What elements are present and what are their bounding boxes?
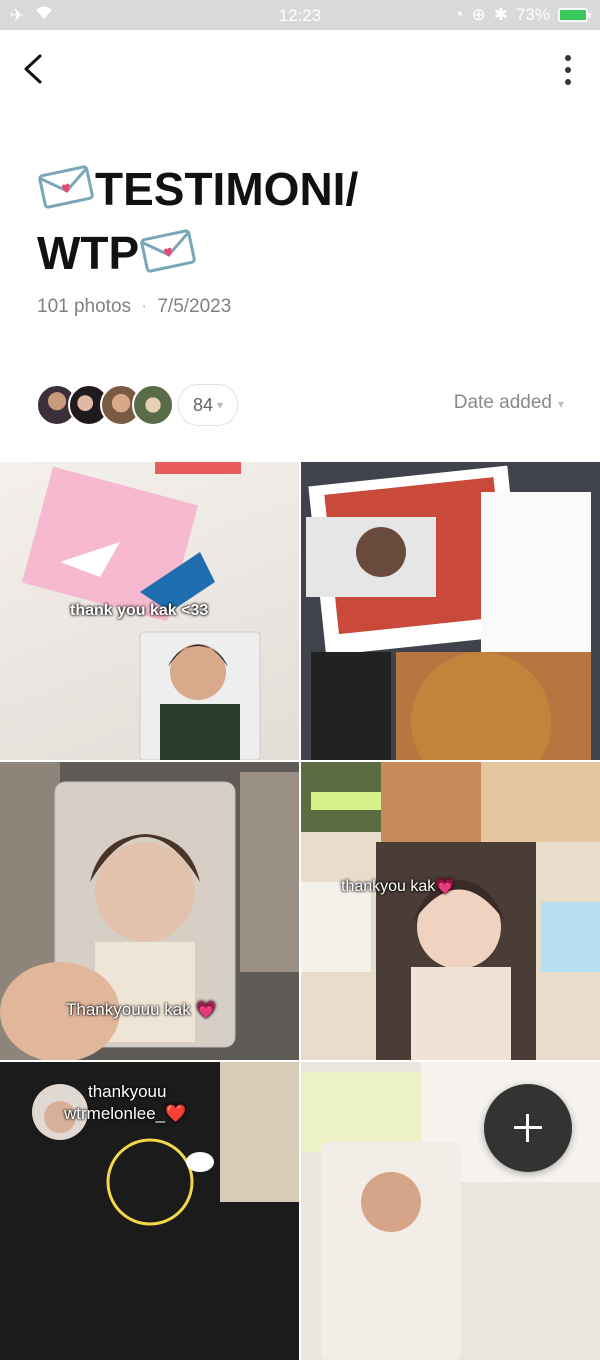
top-app-bar <box>0 30 600 110</box>
album-title-line2: WTP <box>37 227 140 279</box>
photo-caption-line1: thankyouu <box>88 1082 167 1101</box>
photo-caption: thank you kak <33 <box>70 602 209 619</box>
bluetooth-icon: ✱ <box>493 5 508 24</box>
add-photo-button[interactable] <box>484 1084 572 1172</box>
battery-percent: 73% <box>515 5 550 24</box>
photo-caption-line2: wtrmelonlee_❤️ <box>64 1104 187 1123</box>
status-bar: ✈ 12:23 ◔ ⊕ ✱ 73% <box>0 0 600 30</box>
battery-icon <box>558 8 591 22</box>
members-row[interactable]: 84 ▾ <box>36 382 239 428</box>
photo-tile[interactable]: thankyou kak💗 <box>301 762 600 1060</box>
photo-tile[interactable]: thank you kak <33 <box>0 462 299 760</box>
photo-tile[interactable] <box>301 462 600 760</box>
chevron-down-icon: ▾ <box>557 397 564 411</box>
separator-dot: · <box>141 296 148 317</box>
album-title-line1: TESTIMONI/ <box>95 163 359 215</box>
photo-grid: thank you kak <33 Thankyouuu kak 💗 thank… <box>0 462 600 1360</box>
sort-label: Date added <box>453 392 552 413</box>
photo-count: 101 photos <box>37 296 132 317</box>
more-icon <box>565 55 571 85</box>
sort-dropdown[interactable]: Date added ▾ <box>454 392 564 414</box>
signal-icon: ◔ <box>453 5 464 24</box>
back-button[interactable] <box>20 52 50 86</box>
photo-tile[interactable]: Thankyouuu kak 💗 <box>0 762 299 1060</box>
photo-tile[interactable]: thankyouu wtrmelonlee_❤️ <box>0 1062 299 1360</box>
more-options-button[interactable] <box>558 52 578 88</box>
photo-image <box>301 462 600 760</box>
album-title: TESTIMONI/ WTP <box>37 160 537 288</box>
member-count: 84 <box>193 394 214 415</box>
album-meta: 101 photos · 7/5/2023 <box>37 296 231 318</box>
lock-rotation-icon: ⊕ <box>471 5 486 24</box>
avatar <box>132 384 174 426</box>
back-icon <box>24 54 42 84</box>
photo-image <box>301 762 600 1060</box>
photo-caption: Thankyouuu kak 💗 <box>66 1000 217 1019</box>
photo-caption: thankyou kak💗 <box>341 878 456 895</box>
envelope-icon <box>139 227 197 288</box>
chevron-down-icon: ▾ <box>217 398 224 412</box>
envelope-icon <box>37 163 95 224</box>
member-count-button[interactable]: 84 ▾ <box>178 384 239 426</box>
album-date: 7/5/2023 <box>157 296 232 317</box>
